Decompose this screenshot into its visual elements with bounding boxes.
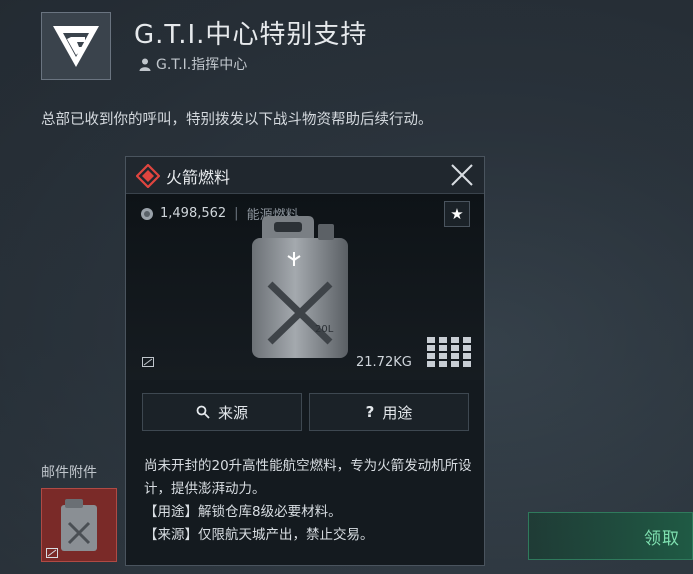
source-line: 【来源】仅限航天城产出，禁止交易。	[144, 527, 374, 543]
attachments-label: 邮件附件	[41, 465, 97, 481]
item-price: 1,498,562	[160, 206, 227, 221]
attachment-item-rocket-fuel[interactable]	[41, 488, 117, 562]
close-icon[interactable]	[448, 161, 476, 189]
description-text: 尚未开封的20升高性能航空燃料，专为火箭发动机所设计，提供澎湃动力。	[144, 458, 472, 497]
gti-logo	[41, 12, 111, 80]
mail-sender: G.T.I.指挥中心	[139, 54, 247, 74]
item-weight: 21.72KG	[356, 355, 412, 370]
source-button-label: 来源	[217, 403, 248, 422]
rarity-diamond-icon	[136, 164, 160, 188]
hd-icon	[46, 548, 58, 558]
star-icon: ★	[450, 205, 464, 223]
usage-line: 【用途】解锁仓库8级必要材料。	[144, 504, 342, 520]
favorite-star-button[interactable]: ★	[444, 201, 470, 227]
inventory-grid-icon	[427, 337, 471, 367]
search-icon	[196, 405, 210, 419]
usage-button-label: 用途	[382, 403, 413, 422]
sender-name: G.T.I.指挥中心	[156, 57, 248, 73]
item-detail-popup: 火箭燃料 1,498,562 | 能源燃料 ★ 20L 21.72KG 来源 ?…	[125, 156, 485, 566]
question-icon: ?	[365, 403, 375, 421]
source-button[interactable]: 来源	[142, 393, 302, 431]
mail-title: G.T.I.中心特别支持	[134, 20, 368, 50]
claim-button[interactable]: 领取	[528, 512, 693, 560]
price-separator: |	[234, 206, 239, 221]
coin-icon	[141, 207, 153, 220]
can-volume-label: 20L	[315, 324, 334, 335]
usage-button[interactable]: ? 用途	[309, 393, 469, 431]
fuel-can-image: 20L	[252, 216, 348, 358]
mail-message: 总部已收到你的呼叫，特别拨发以下战斗物资帮助后续行动。	[41, 112, 433, 128]
fuel-can-icon	[61, 499, 97, 551]
hd-icon	[142, 357, 154, 367]
item-name: 火箭燃料	[166, 168, 231, 187]
item-description: 尚未开封的20升高性能航空燃料，专为火箭发动机所设计，提供澎湃动力。 【用途】解…	[144, 455, 474, 547]
person-icon	[139, 58, 151, 71]
gti-logo-icon	[53, 26, 99, 67]
